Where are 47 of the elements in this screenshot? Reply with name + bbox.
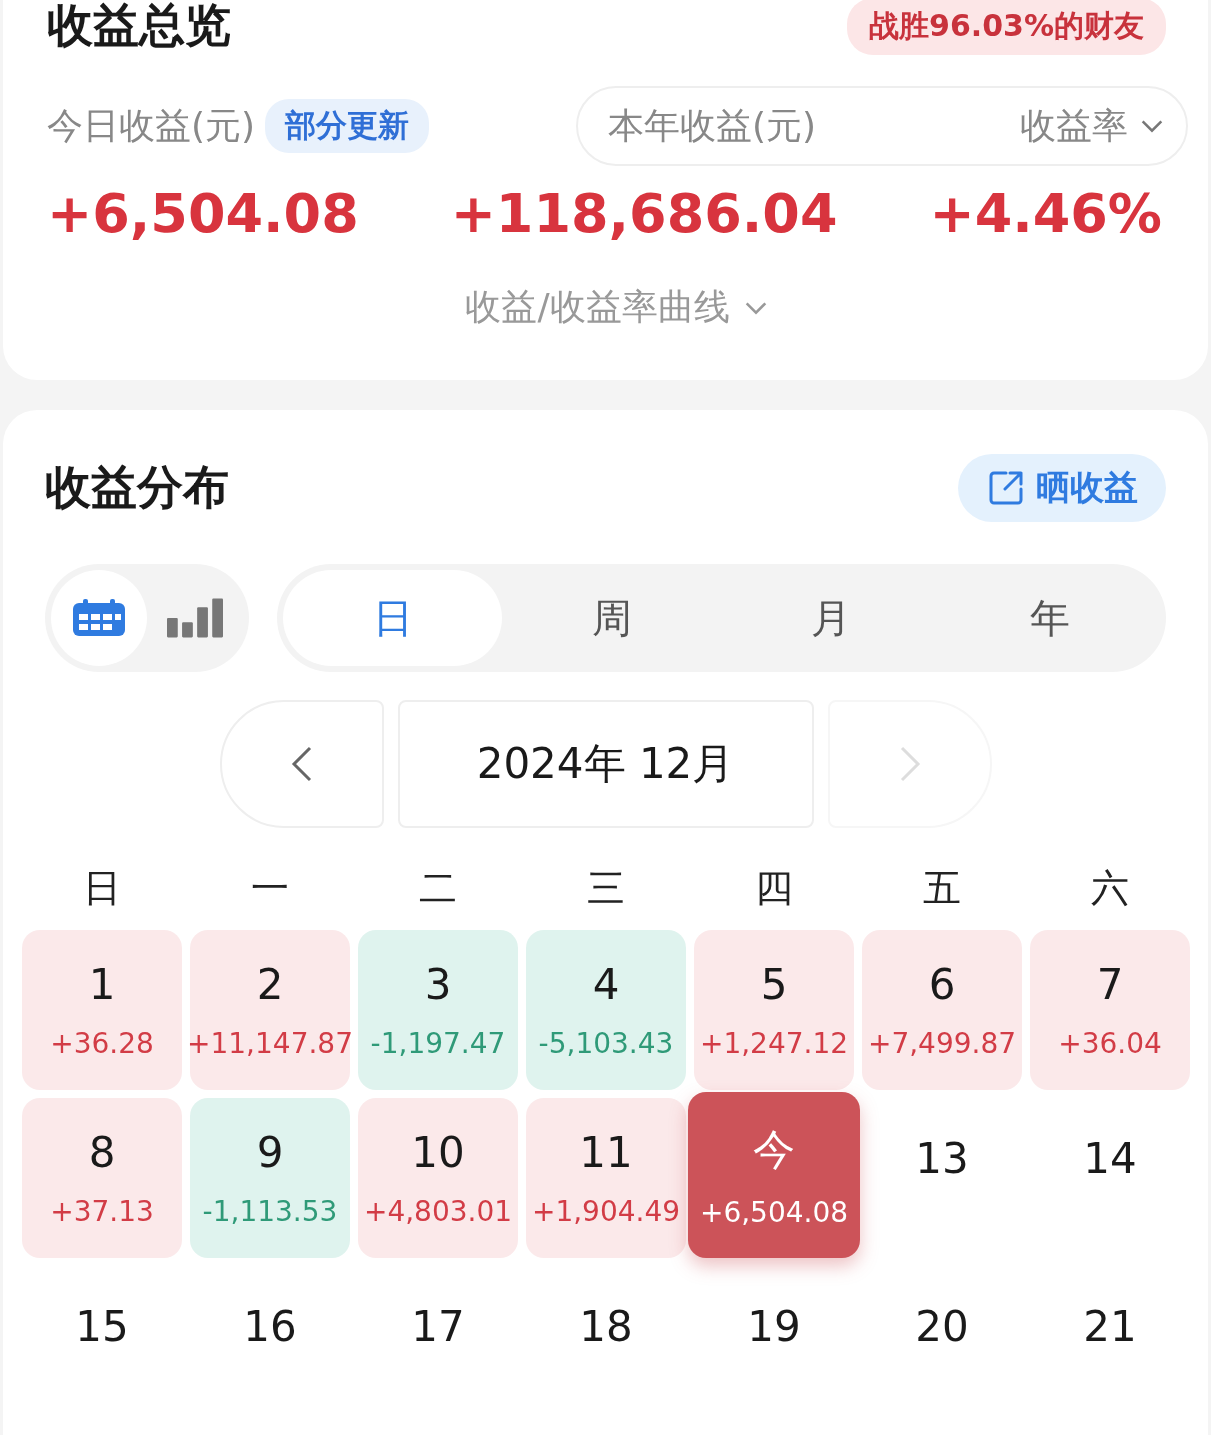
day-cell[interactable]: 8 +37.13: [22, 1098, 182, 1258]
weekday-label: 四: [754, 864, 794, 912]
calendar-icon: [71, 598, 127, 638]
weekday-label: 三: [586, 864, 626, 912]
return-rate-value: +4.46%: [929, 182, 1162, 245]
day-number: 14: [1082, 1133, 1138, 1185]
day-cell[interactable]: 1 +36.28: [22, 930, 182, 1090]
day-cell[interactable]: 2 +11,147.87: [190, 930, 350, 1090]
day-cell[interactable]: 6 +7,499.87: [862, 930, 1022, 1090]
day-cell[interactable]: 4 -5,103.43: [526, 930, 686, 1090]
day-number: 16: [242, 1301, 298, 1353]
day-number: 15: [74, 1301, 130, 1353]
period-tab[interactable]: 日: [283, 570, 503, 666]
year-earnings-value: +118,686.04: [450, 182, 838, 245]
day-cell[interactable]: 今 +6,504.08: [688, 1092, 860, 1258]
year-rate-selector[interactable]: 本年收益(元) 收益率: [576, 86, 1188, 166]
day-number: 18: [578, 1301, 634, 1353]
weekday-label: 五: [922, 864, 962, 912]
today-earnings-label: 今日收益(元): [47, 103, 256, 148]
share-earnings-button[interactable]: 晒收益: [958, 454, 1166, 522]
day-number: 19: [746, 1301, 802, 1353]
today-earnings-value: +6,504.08: [47, 182, 359, 245]
day-number: 21: [1082, 1301, 1138, 1353]
period-tab[interactable]: 年: [940, 570, 1160, 666]
weekday-label: 一: [250, 864, 290, 912]
day-cell[interactable]: 5 +1,247.12: [694, 930, 854, 1090]
day-cell[interactable]: 10 +4,803.01: [358, 1098, 518, 1258]
month-display: 2024年 12月: [397, 700, 814, 828]
section-title: 收益分布: [45, 459, 229, 516]
period-tab[interactable]: 周: [502, 570, 722, 666]
weekday-label: 日: [82, 864, 122, 912]
day-cell[interactable]: 3 -1,197.47: [358, 930, 518, 1090]
weekday-label: 六: [1090, 864, 1130, 912]
section-title: 收益总览: [47, 0, 231, 54]
day-number: 13: [914, 1133, 970, 1185]
weekday-label: 二: [418, 864, 458, 912]
day-cell[interactable]: 11 +1,904.49: [526, 1098, 686, 1258]
day-number: 17: [410, 1301, 466, 1353]
day-cell[interactable]: 9 -1,113.53: [190, 1098, 350, 1258]
calendar-view-button[interactable]: [51, 570, 147, 666]
day-cell[interactable]: 7 +36.04: [1030, 930, 1190, 1090]
bar-chart-icon: [167, 598, 223, 638]
day-number: 20: [914, 1301, 970, 1353]
rank-badge: 战胜96.03%的财友: [847, 0, 1166, 55]
chevron-left-icon: [289, 744, 314, 784]
update-badge: 部分更新: [265, 99, 430, 153]
period-tab[interactable]: 月: [721, 570, 941, 666]
